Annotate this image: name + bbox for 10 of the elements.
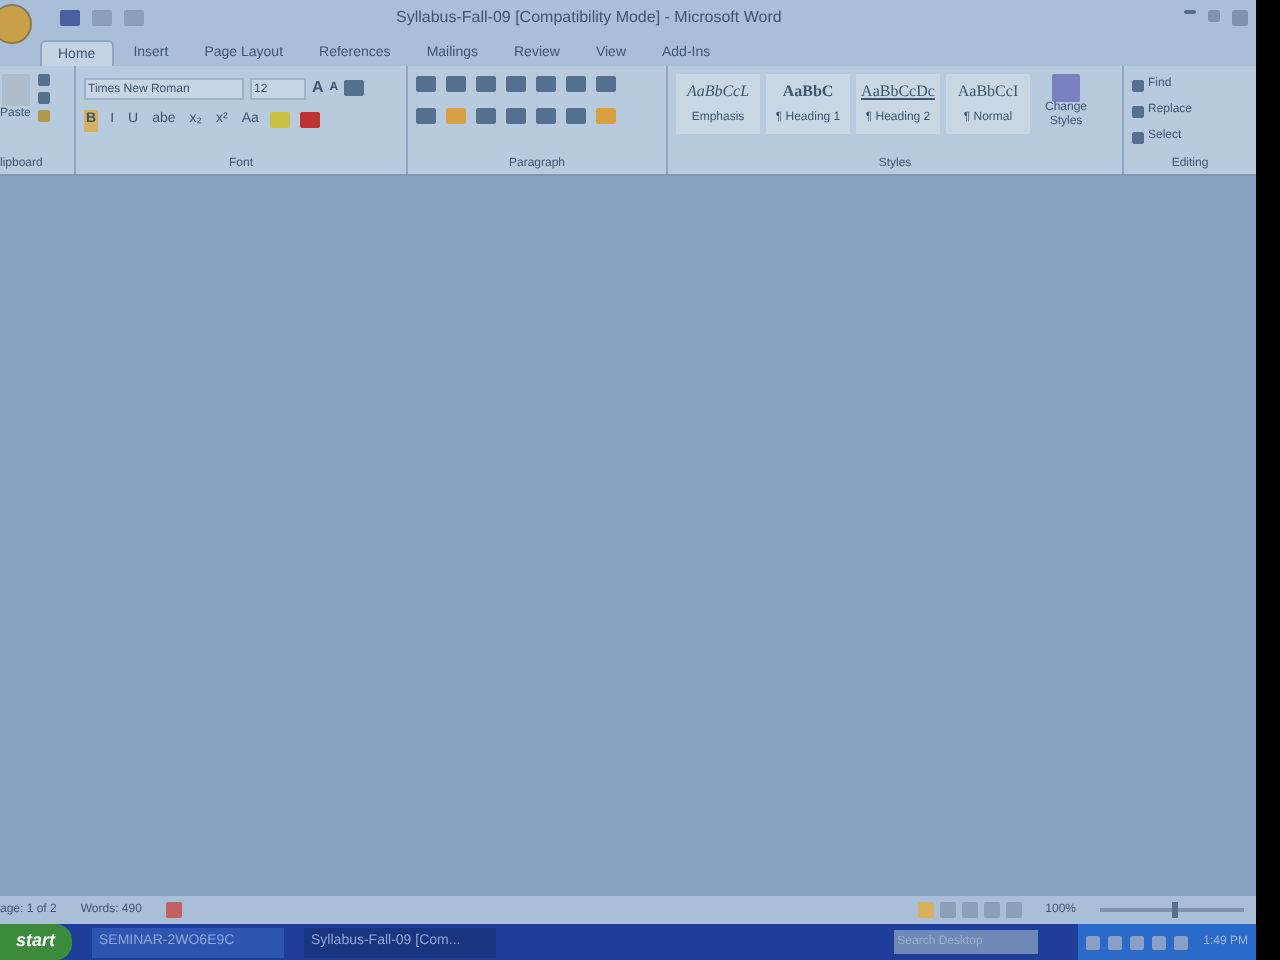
minimize-icon[interactable] — [1184, 10, 1196, 14]
style-preview: AaBbCcDc — [861, 80, 935, 104]
style-preview: AaBbC — [782, 80, 834, 104]
start-button[interactable]: start — [0, 924, 72, 960]
grow-font-button[interactable]: A — [312, 76, 324, 100]
style-preview: AaBbCcI — [957, 80, 1019, 104]
office-button[interactable] — [0, 4, 32, 44]
style-preview: AaBbCcL — [686, 80, 750, 104]
zoom-thumb[interactable] — [1172, 902, 1178, 918]
window-title: Syllabus-Fall-09 [Compatibility Mode] - Microsoft Word — [396, 6, 782, 30]
